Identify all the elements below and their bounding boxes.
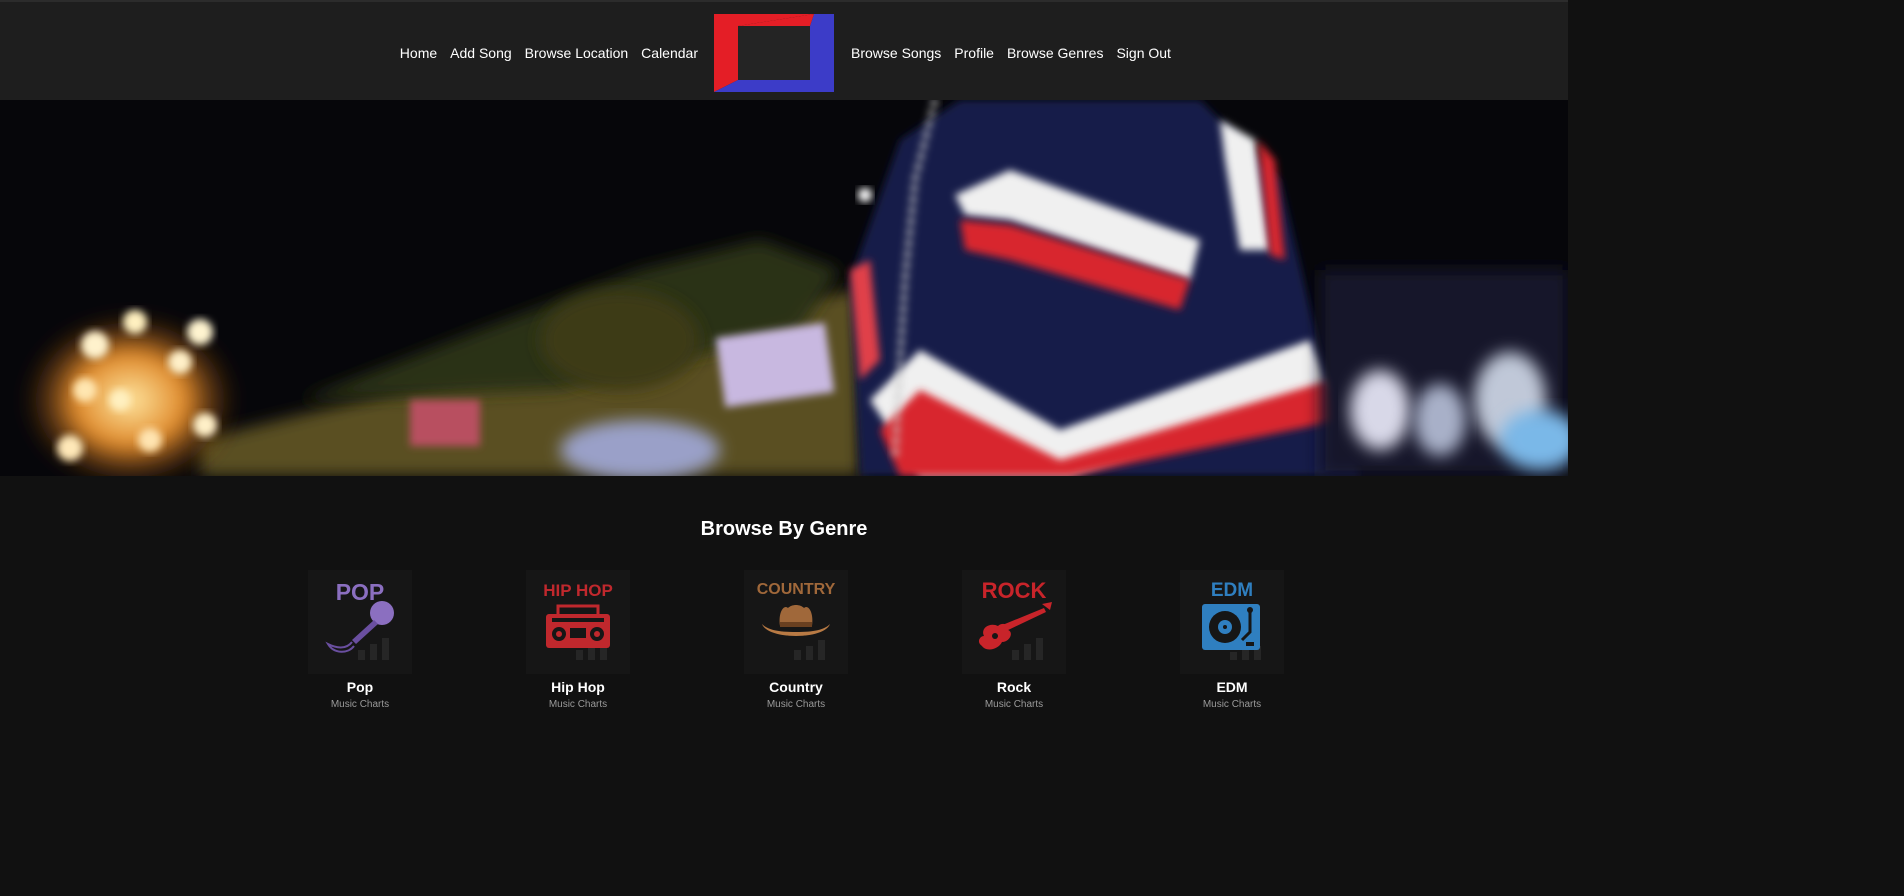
svg-text:HIP HOP: HIP HOP — [543, 581, 613, 600]
nav-calendar-link[interactable]: Calendar — [641, 44, 698, 62]
svg-text:POP: POP — [336, 579, 385, 605]
electric-guitar-icon: ROCK — [962, 570, 1066, 674]
concert-crowd-image — [0, 100, 1568, 476]
svg-text:COUNTRY: COUNTRY — [757, 581, 836, 598]
genre-name: EDM — [1216, 679, 1248, 695]
turntable-icon: EDM — [1180, 570, 1284, 674]
boombox-icon: HIP HOP — [526, 570, 630, 674]
genre-name: Pop — [346, 679, 374, 695]
genre-subtitle: Music Charts — [984, 699, 1044, 710]
genre-card-edm[interactable]: EDM EDM Music Charts — [1162, 570, 1302, 712]
genre-card-country[interactable]: COUNTRY Country Music Charts — [726, 570, 866, 712]
genre-tile-hip-hop: HIP HOP — [526, 570, 630, 674]
nav-sign-out-link[interactable]: Sign Out — [1116, 44, 1170, 62]
svg-text:ROCK: ROCK — [982, 578, 1047, 603]
genre-name: Rock — [996, 679, 1032, 695]
nav-add-song-link[interactable]: Add Song — [450, 44, 512, 62]
cowboy-hat-icon: COUNTRY — [744, 570, 848, 674]
top-navbar: Home Add Song Browse Location Calendar B… — [0, 0, 1568, 100]
genre-tile-pop: POP — [308, 570, 412, 674]
nav-profile-link[interactable]: Profile — [954, 44, 994, 62]
site-logo[interactable] — [714, 14, 834, 92]
genre-card-rock[interactable]: ROCK Rock Music Charts — [944, 570, 1084, 712]
genre-subtitle: Music Charts — [548, 699, 608, 710]
genre-name: Hip Hop — [551, 679, 605, 695]
genre-subtitle: Music Charts — [1202, 699, 1262, 710]
svg-text:EDM: EDM — [1211, 580, 1253, 601]
genre-tile-edm: EDM — [1180, 570, 1284, 674]
genre-tile-country: COUNTRY — [744, 570, 848, 674]
nav-home-link[interactable]: Home — [400, 44, 437, 62]
browse-by-genre-heading: Browse By Genre — [700, 518, 868, 540]
nav-left-group: Home Add Song Browse Location Calendar — [400, 44, 698, 62]
nav-right-group: Browse Songs Profile Browse Genres Sign … — [851, 44, 1171, 62]
microphone-icon: POP — [308, 570, 412, 674]
genre-card-hip-hop[interactable]: HIP HOP Hip Hop Music Charts — [508, 570, 648, 712]
nav-browse-location-link[interactable]: Browse Location — [525, 44, 629, 62]
genre-name: Country — [769, 679, 823, 695]
logo-frame-icon — [714, 14, 834, 92]
nav-browse-songs-link[interactable]: Browse Songs — [851, 44, 941, 62]
hero-banner-image — [0, 100, 1568, 476]
genre-card-pop[interactable]: POP Pop Music Charts — [290, 570, 430, 712]
genre-tile-rock: ROCK — [962, 570, 1066, 674]
genre-subtitle: Music Charts — [330, 699, 390, 710]
genre-subtitle: Music Charts — [766, 699, 826, 710]
nav-browse-genres-link[interactable]: Browse Genres — [1007, 44, 1103, 62]
